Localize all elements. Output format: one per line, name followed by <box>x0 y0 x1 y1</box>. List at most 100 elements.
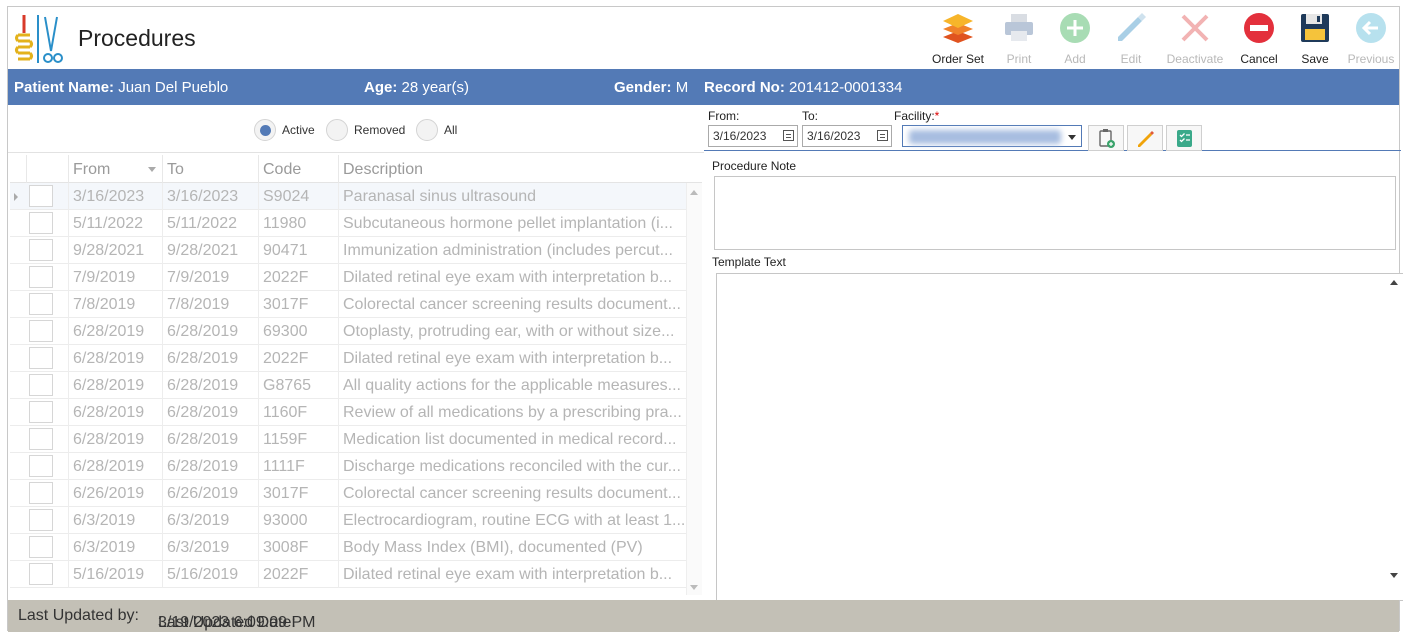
from-date-field[interactable]: 3/16/2023 <box>708 125 798 147</box>
cell-code: G8765 <box>258 372 338 399</box>
filter-all-radio[interactable]: All <box>416 119 457 141</box>
edit-note-button[interactable] <box>1127 125 1163 151</box>
radio-unselected-icon <box>326 119 348 141</box>
cancel-button[interactable]: Cancel <box>1231 7 1287 69</box>
filter-active-radio[interactable]: Active <box>254 119 315 141</box>
column-header-description[interactable]: Description <box>338 155 686 183</box>
table-row[interactable]: 6/28/2019 6/28/2019 1111F Discharge medicat… <box>10 453 686 480</box>
scroll-up-icon[interactable] <box>690 190 698 195</box>
cell-from: 6/3/2019 <box>68 507 162 534</box>
save-button[interactable]: Save <box>1287 7 1343 69</box>
status-footer: Last Updated by: Last Updated Date: 3/19… <box>8 600 1399 632</box>
deactivate-button[interactable]: Deactivate <box>1159 7 1231 69</box>
detail-filter-bar: From: 3/16/2023 To: 3/16/2023 Facility:* <box>704 105 1401 151</box>
cell-from: 5/16/2019 <box>68 561 162 588</box>
table-row[interactable]: 6/28/2019 6/28/2019 1159F Medication list d… <box>10 426 686 453</box>
cell-to: 7/9/2019 <box>162 264 258 291</box>
table-row[interactable]: 5/11/2022 5/11/2022 11980 Subcutaneous horm… <box>10 210 686 237</box>
table-row[interactable]: 6/3/2019 6/3/2019 3008F Body Mass Index (BM… <box>10 534 686 561</box>
table-row[interactable]: 6/28/2019 6/28/2019 2022F Dilated retinal e… <box>10 345 686 372</box>
facility-select[interactable] <box>902 125 1082 147</box>
cell-description: Body Mass Index (BMI), documented (PV) <box>338 534 686 561</box>
cell-code: 3008F <box>258 534 338 561</box>
cell-code: 2022F <box>258 345 338 372</box>
table-row[interactable]: 6/28/2019 6/28/2019 1160F Review of all med… <box>10 399 686 426</box>
row-checkbox[interactable] <box>29 536 53 558</box>
scroll-down-icon[interactable] <box>690 585 698 590</box>
row-checkbox[interactable] <box>29 293 53 315</box>
table-row[interactable]: 3/16/2023 3/16/2023 S9024 Paranasal sinus u… <box>10 183 686 210</box>
cell-description: Otoplasty, protruding ear, with or witho… <box>338 318 686 345</box>
row-checkbox[interactable] <box>29 401 53 423</box>
filter-removed-radio[interactable]: Removed <box>326 119 405 141</box>
current-row-indicator-icon <box>14 193 18 201</box>
patient-info-bar: Patient Name: Juan Del Pueblo Age: 28 ye… <box>8 69 1399 105</box>
calendar-icon[interactable] <box>783 130 794 141</box>
checklist-button[interactable] <box>1166 125 1202 151</box>
row-checkbox[interactable] <box>29 266 53 288</box>
table-row[interactable]: 6/28/2019 6/28/2019 G8765 All quality actio… <box>10 372 686 399</box>
cell-code: 1159F <box>258 426 338 453</box>
row-checkbox[interactable] <box>29 428 53 450</box>
cell-from: 6/26/2019 <box>68 480 162 507</box>
cell-description: Colorectal cancer screening results docu… <box>338 291 686 318</box>
cell-description: All quality actions for the applicable m… <box>338 372 686 399</box>
previous-button[interactable]: Previous <box>1343 7 1399 69</box>
grid-scrollbar[interactable] <box>686 183 702 595</box>
cell-description: Paranasal sinus ultrasound <box>338 183 686 210</box>
scroll-up-icon[interactable] <box>1390 280 1398 285</box>
row-checkbox[interactable] <box>29 320 53 342</box>
grid-body: 3/16/2023 3/16/2023 S9024 Paranasal sinus u… <box>10 183 686 588</box>
table-row[interactable]: 9/28/2021 9/28/2021 90471 Immunization admi… <box>10 237 686 264</box>
cell-to: 7/8/2019 <box>162 291 258 318</box>
template-text-scrollbar[interactable] <box>1387 274 1403 600</box>
row-checkbox[interactable] <box>29 563 53 585</box>
table-row[interactable]: 6/28/2019 6/28/2019 69300 Otoplasty, protru… <box>10 318 686 345</box>
cell-description: Colorectal cancer screening results docu… <box>338 480 686 507</box>
row-checkbox[interactable] <box>29 374 53 396</box>
cell-to: 5/11/2022 <box>162 210 258 237</box>
table-row[interactable]: 6/26/2019 6/26/2019 3017F Colorectal cancer… <box>10 480 686 507</box>
row-checkbox[interactable] <box>29 347 53 369</box>
to-label: To: <box>802 109 819 123</box>
procedure-note-label: Procedure Note <box>712 159 797 173</box>
cell-from: 5/11/2022 <box>68 210 162 237</box>
column-header-from[interactable]: From <box>68 155 162 183</box>
cell-from: 6/28/2019 <box>68 318 162 345</box>
order-set-button[interactable]: Order Set <box>925 7 991 69</box>
row-checkbox[interactable] <box>29 482 53 504</box>
row-checkbox[interactable] <box>29 455 53 477</box>
add-note-button[interactable] <box>1088 125 1124 151</box>
scroll-down-icon[interactable] <box>1390 573 1398 578</box>
table-row[interactable]: 6/3/2019 6/3/2019 93000 Electrocardiogram, … <box>10 507 686 534</box>
radio-selected-icon <box>254 119 276 141</box>
column-header-to[interactable]: To <box>162 155 258 183</box>
column-header-code[interactable]: Code <box>258 155 338 183</box>
chevron-down-icon[interactable] <box>1068 135 1076 140</box>
patient-record-no: Record No: 201412-0001334 <box>704 79 903 96</box>
radio-unselected-icon <box>416 119 438 141</box>
row-checkbox[interactable] <box>29 239 53 261</box>
procedure-detail-panel: From: 3/16/2023 To: 3/16/2023 Facility:* <box>704 105 1403 601</box>
redacted-facility-value <box>909 130 1061 144</box>
print-button[interactable]: Print <box>991 7 1047 69</box>
row-checkbox[interactable] <box>29 509 53 531</box>
page-title: Procedures <box>78 25 196 51</box>
procedure-note-textarea[interactable] <box>714 176 1396 250</box>
cell-from: 6/28/2019 <box>68 453 162 480</box>
to-date-field[interactable]: 3/16/2023 <box>802 125 892 147</box>
cell-from: 6/28/2019 <box>68 426 162 453</box>
procedures-logo-icon <box>14 11 74 67</box>
table-row[interactable]: 5/16/2019 5/16/2019 2022F Dilated retinal e… <box>10 561 686 588</box>
cell-from: 7/9/2019 <box>68 264 162 291</box>
row-checkbox[interactable] <box>29 185 53 207</box>
calendar-icon[interactable] <box>877 130 888 141</box>
cell-to: 9/28/2021 <box>162 237 258 264</box>
table-row[interactable]: 7/9/2019 7/9/2019 2022F Dilated retinal eye… <box>10 264 686 291</box>
add-button[interactable]: Add <box>1047 7 1103 69</box>
layers-icon <box>943 14 973 43</box>
template-text-textarea[interactable] <box>716 273 1403 601</box>
table-row[interactable]: 7/8/2019 7/8/2019 3017F Colorectal cancer s… <box>10 291 686 318</box>
edit-button[interactable]: Edit <box>1103 7 1159 69</box>
row-checkbox[interactable] <box>29 212 53 234</box>
